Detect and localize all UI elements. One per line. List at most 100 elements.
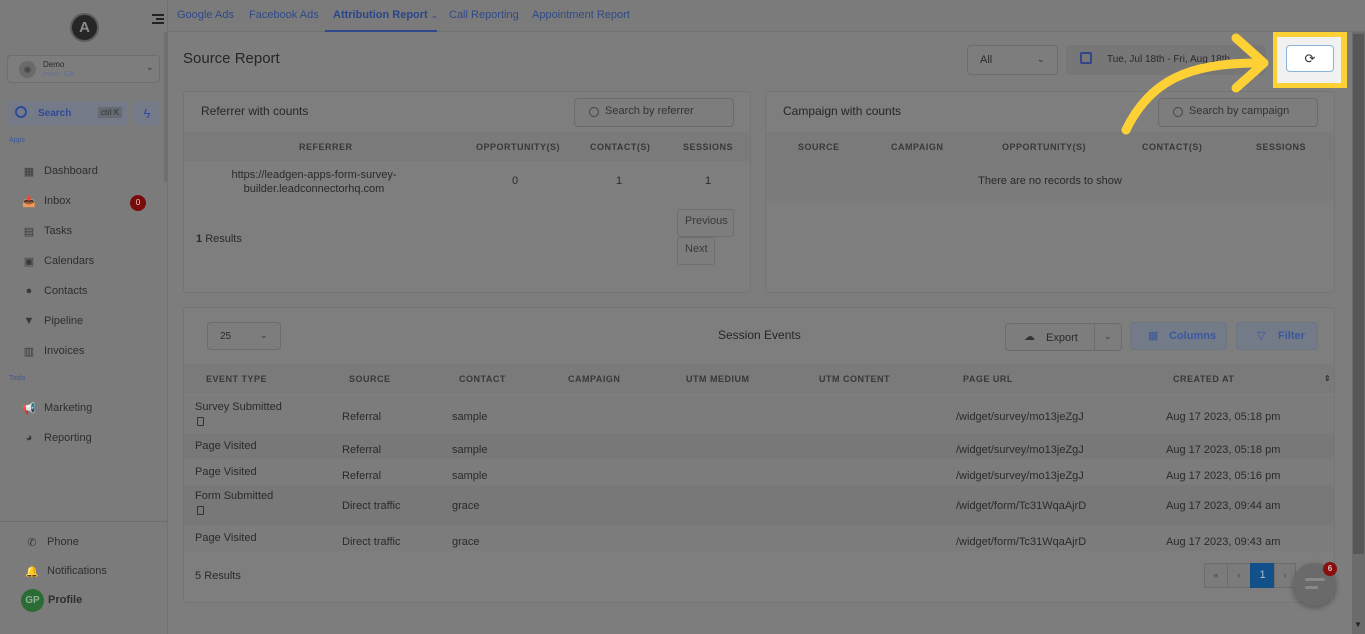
sidebar-item-contacts[interactable]: ● Contacts	[22, 283, 88, 299]
sidebar-item-calendars[interactable]: ▣ Calendars	[22, 253, 94, 269]
account-location: Irvine, CA	[43, 71, 74, 78]
source-filter-select[interactable]: All ⌄	[967, 45, 1058, 75]
document-icon[interactable]	[197, 506, 204, 515]
contact-cell[interactable]: sample	[452, 470, 487, 482]
referrer-card: Referrer with counts REFERRER OPPORTUNIT…	[183, 91, 751, 293]
column-header[interactable]: REFERRER	[299, 142, 353, 152]
page-url-cell[interactable]: /widget/survey/mo13jeZgJ	[956, 411, 1084, 423]
created-at-cell: Aug 17 2023, 09:44 am	[1166, 500, 1281, 512]
page-1-button[interactable]: 1	[1250, 563, 1275, 588]
table-row[interactable]: Page Visited Referral sample/widget/survey…	[184, 433, 1334, 459]
created-at-cell: Aug 17 2023, 05:18 pm	[1166, 411, 1281, 423]
top-nav: Google Ads Facebook Ads Attribution Repo…	[168, 0, 1365, 32]
column-header[interactable]: CONTACT(S)	[1142, 142, 1202, 152]
search-input[interactable]	[605, 105, 725, 117]
column-header[interactable]: SOURCE	[798, 142, 840, 152]
referrer-search-input[interactable]	[574, 98, 734, 127]
page-url-cell[interactable]: /widget/survey/mo13jeZgJ	[956, 444, 1084, 456]
column-header[interactable]: CREATED AT	[1173, 374, 1234, 384]
column-header[interactable]: UTM MEDIUM	[686, 374, 750, 384]
refresh-button[interactable]: ⟳	[1286, 45, 1334, 72]
account-name: Demo	[43, 60, 65, 69]
column-header[interactable]: CAMPAIGN	[891, 142, 943, 152]
contact-cell[interactable]: sample	[452, 444, 487, 456]
document-icon[interactable]	[197, 417, 204, 426]
column-header[interactable]: OPPORTUNITY(S)	[1002, 142, 1086, 152]
table-row[interactable]: Survey Submitted Referral sample/widget/su…	[184, 396, 1334, 433]
campaign-search-input[interactable]	[1158, 98, 1318, 127]
previous-button[interactable]: Previous	[677, 209, 734, 237]
prev-page-button[interactable]: ‹	[1227, 563, 1251, 588]
event-type-cell: Survey Submitted	[195, 401, 282, 413]
sidebar-item-reporting[interactable]: ◕ Reporting	[22, 430, 92, 446]
sidebar-item-profile[interactable]: GP Profile	[21, 588, 82, 612]
sidebar-item-pipeline[interactable]: ▼ Pipeline	[22, 313, 84, 329]
table-row[interactable]: Page Visited Referral sample/widget/survey…	[184, 459, 1334, 485]
tab-facebook-ads[interactable]: Facebook Ads	[249, 9, 319, 21]
column-header[interactable]: SESSIONS	[1256, 142, 1306, 152]
column-header[interactable]: CONTACT	[459, 374, 506, 384]
phone-icon: ✆	[27, 536, 37, 549]
export-button[interactable]: ☁ Export ⌄	[1005, 323, 1122, 351]
page-url-cell[interactable]: /widget/form/Tc31WqaAjrD	[956, 500, 1086, 512]
tab-call-reporting[interactable]: Call Reporting	[449, 9, 519, 21]
column-header[interactable]: SESSIONS	[683, 142, 733, 152]
sidebar-item-invoices[interactable]: ▥ Invoices	[22, 343, 85, 359]
search-icon	[15, 106, 27, 118]
column-header[interactable]: OPPORTUNITY(S)	[476, 142, 560, 152]
contact-cell[interactable]: sample	[452, 411, 487, 423]
chevron-down-icon: ⌄	[260, 330, 268, 340]
collapse-sidebar-icon[interactable]	[152, 14, 164, 26]
tab-appointment-report[interactable]: Appointment Report	[532, 9, 630, 21]
sidebar-item-phone[interactable]: ✆ Phone	[25, 534, 78, 550]
nav-label: Inbox	[44, 195, 71, 207]
empty-state: There are no records to show	[766, 161, 1334, 201]
sidebar-item-inbox[interactable]: 📥 Inbox	[22, 193, 71, 209]
tab-google-ads[interactable]: Google Ads	[177, 9, 234, 21]
page-url-cell[interactable]: /widget/survey/mo13jeZgJ	[956, 470, 1084, 482]
sort-icon[interactable]: ⇕	[1324, 374, 1331, 383]
table-row[interactable]: Form Submitted Direct traffic grace/widget…	[184, 485, 1334, 525]
scrollbar-thumb[interactable]	[1353, 34, 1364, 554]
pie-chart-icon: ◕	[25, 432, 33, 444]
results-summary: 5 Results	[195, 570, 241, 582]
column-header[interactable]: SOURCE	[349, 374, 391, 384]
column-header[interactable]: CAMPAIGN	[568, 374, 620, 384]
column-header[interactable]: UTM CONTENT	[819, 374, 890, 384]
column-header[interactable]: PAGE URL	[963, 374, 1013, 384]
sidebar-scrollbar[interactable]	[164, 32, 168, 182]
filter-button[interactable]: ▽ Filter	[1236, 322, 1318, 350]
referrer-url[interactable]: https://leadgen-apps-form-survey-builder…	[224, 168, 404, 196]
tab-attribution-report[interactable]: Attribution Report ⌄	[333, 9, 438, 21]
table-row[interactable]: Page Visited Direct traffic grace/widget/f…	[184, 525, 1334, 551]
calendar-icon: ▣	[23, 255, 35, 268]
page-size-select[interactable]: 25 ⌄	[207, 322, 281, 350]
columns-button[interactable]: ▦ Columns	[1130, 322, 1227, 350]
search-button[interactable]: Search ctrl K	[7, 101, 127, 126]
next-button[interactable]: Next	[677, 237, 715, 265]
search-input[interactable]	[1189, 105, 1309, 117]
active-tab-indicator	[325, 30, 437, 32]
event-type-cell: Page Visited	[195, 440, 257, 452]
first-page-button[interactable]: «	[1204, 563, 1228, 588]
page-url-cell[interactable]: /widget/form/Tc31WqaAjrD	[956, 536, 1086, 548]
scroll-down-arrow-icon[interactable]: ▼	[1354, 620, 1362, 629]
quick-actions-button[interactable]: ϟ	[134, 101, 160, 126]
contact-cell[interactable]: grace	[452, 500, 480, 512]
date-range-picker[interactable]: Tue, Jul 18th - Fri, Aug 18th	[1066, 45, 1266, 75]
column-header[interactable]: CONTACT(S)	[590, 142, 650, 152]
sidebar-item-tasks[interactable]: ▤ Tasks	[22, 223, 72, 239]
column-header[interactable]: EVENT TYPE	[206, 374, 267, 384]
campaign-card: Campaign with counts SOURCE CAMPAIGN OPP…	[765, 91, 1335, 293]
app-logo[interactable]: A	[70, 13, 99, 42]
sidebar-item-marketing[interactable]: 📢 Marketing	[22, 400, 92, 416]
avatar: GP	[21, 588, 44, 612]
account-switcher[interactable]: ◉ Demo Irvine, CA ⌄	[7, 55, 160, 83]
funnel-icon: ▼	[23, 315, 35, 327]
export-dropdown-chevron-icon[interactable]: ⌄	[1104, 331, 1112, 342]
chevron-down-icon: ⌄	[1037, 54, 1045, 64]
nav-label: Pipeline	[44, 315, 84, 327]
contact-cell[interactable]: grace	[452, 536, 480, 548]
sidebar-item-notifications[interactable]: 🔔 Notifications	[25, 563, 107, 579]
sidebar-item-dashboard[interactable]: ▦ Dashboard	[22, 163, 98, 179]
